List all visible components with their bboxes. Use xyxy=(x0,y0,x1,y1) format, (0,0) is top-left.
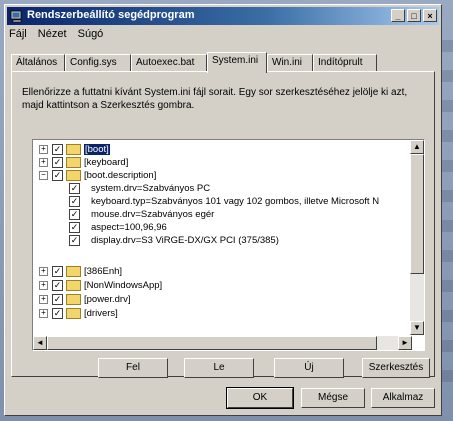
tree-label: [boot.description] xyxy=(84,170,157,182)
tree-label: [power.drv] xyxy=(84,294,131,306)
folder-open-icon xyxy=(66,170,81,181)
tree-label: display.drv=S3 ViRGE-DX/GX PCI (375/385) xyxy=(91,235,279,247)
checkbox[interactable]: ✓ xyxy=(69,196,80,207)
tree-label: [NonWindowsApp] xyxy=(84,280,163,292)
checkbox[interactable]: ✓ xyxy=(69,209,80,220)
maximize-button[interactable]: □ xyxy=(407,9,421,22)
tree-label: aspect=100,96,96 xyxy=(91,222,167,234)
checkbox[interactable]: ✓ xyxy=(69,183,80,194)
expand-icon[interactable]: + xyxy=(39,309,48,318)
tab-system-ini[interactable]: System.ini xyxy=(207,52,267,73)
close-button[interactable]: × xyxy=(423,9,437,22)
tree-row-entry[interactable]: ✓ keyboard.typ=Szabványos 101 vagy 102 go… xyxy=(69,196,379,208)
horizontal-scrollbar[interactable]: ◄ ► xyxy=(33,336,412,350)
system-config-app-icon xyxy=(10,10,22,23)
minimize-button[interactable]: _ xyxy=(391,9,405,22)
folder-icon xyxy=(66,294,81,305)
tab-panel-system-ini: Ellenőrizze a futtatni kívánt System.ini… xyxy=(11,71,435,378)
tree-row-386enh[interactable]: + ✓ [386Enh] xyxy=(39,266,122,278)
dialog-window: Rendszerbeállító segédprogram _ □ × Fájl… xyxy=(4,4,442,416)
tree-label: keyboard.typ=Szabványos 101 vagy 102 gom… xyxy=(91,196,380,208)
tree-label: [keyboard] xyxy=(84,157,129,169)
tree-row-entry[interactable]: ✓ system.drv=Szabványos PC xyxy=(69,183,210,195)
new-button[interactable]: Új xyxy=(274,358,344,378)
instructions-text: Ellenőrizze a futtatni kívánt System.ini… xyxy=(22,87,408,111)
tree-row-boot-description[interactable]: − ✓ [boot.description] xyxy=(39,170,156,182)
folder-icon xyxy=(66,157,81,168)
expand-icon[interactable]: + xyxy=(39,158,48,167)
checkbox[interactable]: ✓ xyxy=(52,294,63,305)
ok-button[interactable]: OK xyxy=(226,387,294,409)
tree-row-keyboard[interactable]: + ✓ [keyboard] xyxy=(39,157,128,169)
tree-label: system.drv=Szabványos PC xyxy=(91,183,211,195)
tree-row-entry[interactable]: ✓ display.drv=S3 ViRGE-DX/GX PCI (375/385… xyxy=(69,235,279,247)
checkbox[interactable]: ✓ xyxy=(52,157,63,168)
tree-row-boot[interactable]: + ✓ [boot] xyxy=(39,144,110,156)
edit-button[interactable]: Szerkesztés xyxy=(362,358,430,378)
menu-view[interactable]: Nézet xyxy=(38,28,67,40)
tree-row-drivers[interactable]: + ✓ [drivers] xyxy=(39,308,118,320)
menu-file[interactable]: Fájl xyxy=(9,28,27,40)
checkbox[interactable]: ✓ xyxy=(52,280,63,291)
tab-win-ini[interactable]: Win.ini xyxy=(267,54,313,71)
checkbox[interactable]: ✓ xyxy=(69,222,80,233)
tab-general[interactable]: Általános xyxy=(11,54,65,71)
folder-icon xyxy=(66,308,81,319)
collapse-icon[interactable]: − xyxy=(39,171,48,180)
scroll-left-icon[interactable]: ◄ xyxy=(33,336,47,350)
tab-strip: Általános Config.sys Autoexec.bat System… xyxy=(11,52,435,73)
cancel-button[interactable]: Mégse xyxy=(301,388,365,408)
tree-row-power-drv[interactable]: + ✓ [power.drv] xyxy=(39,294,130,306)
scroll-down-icon[interactable]: ▼ xyxy=(410,321,424,335)
checkbox[interactable]: ✓ xyxy=(69,235,80,246)
tree-label: [386Enh] xyxy=(84,266,123,278)
scroll-right-icon[interactable]: ► xyxy=(398,336,412,350)
tree-row-nonwindowsapp[interactable]: + ✓ [NonWindowsApp] xyxy=(39,280,162,292)
checkbox[interactable]: ✓ xyxy=(52,170,63,181)
expand-icon[interactable]: + xyxy=(39,267,48,276)
tree-label: [drivers] xyxy=(84,308,118,320)
checkbox[interactable]: ✓ xyxy=(52,308,63,319)
folder-icon xyxy=(66,144,81,155)
checkbox[interactable]: ✓ xyxy=(52,266,63,277)
tab-startup[interactable]: Indítóprult xyxy=(313,54,377,71)
expand-icon[interactable]: + xyxy=(39,281,48,290)
tab-autoexec-bat[interactable]: Autoexec.bat xyxy=(131,54,207,71)
menu-bar: Fájl Nézet Súgó xyxy=(9,28,111,44)
apply-button[interactable]: Alkalmaz xyxy=(371,388,435,408)
ini-tree-view[interactable]: + ✓ [boot] + ✓ [keyboard] − ✓ [boot.descriptio… xyxy=(32,139,425,351)
tab-config-sys[interactable]: Config.sys xyxy=(65,54,131,71)
folder-icon xyxy=(66,266,81,277)
tree-label: mouse.drv=Szabványos egér xyxy=(91,209,215,221)
expand-icon[interactable]: + xyxy=(39,295,48,304)
vertical-scrollbar[interactable]: ▲ ▼ xyxy=(410,140,424,335)
move-down-button[interactable]: Le xyxy=(184,358,254,378)
folder-icon xyxy=(66,280,81,291)
menu-help[interactable]: Súgó xyxy=(78,28,104,40)
scroll-up-icon[interactable]: ▲ xyxy=(410,140,424,154)
tree-label: [boot] xyxy=(84,144,110,156)
vertical-scroll-thumb[interactable] xyxy=(410,154,424,274)
move-up-button[interactable]: Fel xyxy=(98,358,168,378)
expand-icon[interactable]: + xyxy=(39,145,48,154)
window-title: Rendszerbeállító segédprogram xyxy=(27,9,195,21)
tree-row-entry[interactable]: ✓ mouse.drv=Szabványos egér xyxy=(69,209,214,221)
horizontal-scroll-thumb[interactable] xyxy=(47,336,377,350)
tree-row-entry[interactable]: ✓ aspect=100,96,96 xyxy=(69,222,167,234)
checkbox[interactable]: ✓ xyxy=(52,144,63,155)
title-bar[interactable]: Rendszerbeállító segédprogram _ □ × xyxy=(7,7,439,25)
